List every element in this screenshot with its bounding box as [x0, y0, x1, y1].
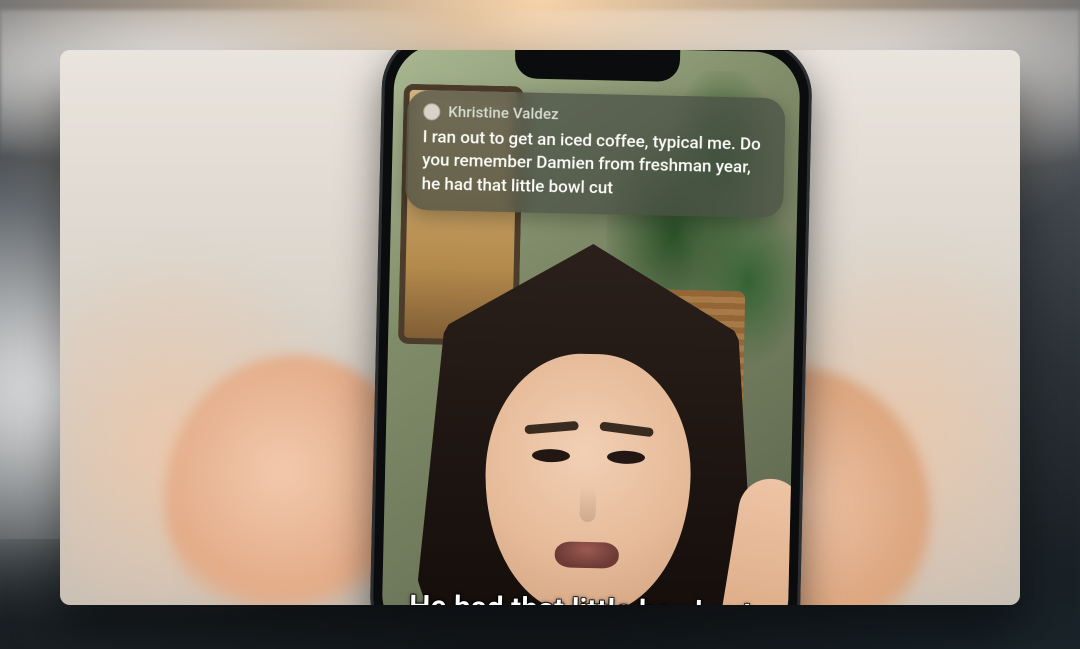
caller-brow-right — [599, 421, 654, 437]
caller-face — [482, 352, 693, 605]
caller-brow-left — [524, 421, 579, 434]
caller-eye-left — [532, 449, 570, 463]
iphone-notch — [515, 50, 681, 82]
banner-header: Khristine Valdez — [423, 102, 769, 128]
caller-mouth — [554, 541, 619, 568]
caller-nose — [579, 486, 596, 522]
contact-avatar-icon — [423, 103, 440, 120]
caller-eye-right — [607, 450, 645, 464]
live-captions-banner[interactable]: Khristine Valdez I ran out to get an ice… — [405, 90, 786, 219]
iphone-screen[interactable]: Khristine Valdez I ran out to get an ice… — [381, 50, 800, 605]
live-captions-text: I ran out to get an iced coffee, typical… — [421, 126, 769, 204]
iphone-device-frame: Khristine Valdez I ran out to get an ice… — [369, 50, 813, 605]
presentation-card: Khristine Valdez I ran out to get an ice… — [60, 50, 1020, 605]
contact-name: Khristine Valdez — [448, 103, 559, 124]
caller-portrait — [409, 240, 769, 605]
